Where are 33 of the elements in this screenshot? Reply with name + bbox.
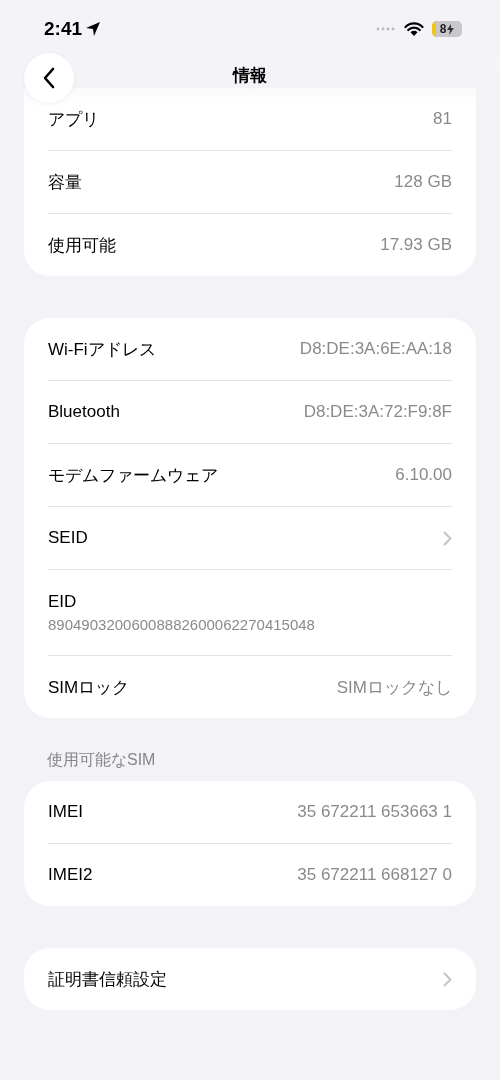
row-value: D8:DE:3A:6E:AA:18 [299,339,452,359]
settings-row[interactable]: 証明書信頼設定 [48,948,452,1010]
row-label: モデムファームウェア [48,464,218,487]
row-label: SIMロック [48,676,130,699]
row-value: 35 672211 668127 0 [297,865,452,885]
signal-dots-icon [376,27,396,31]
status-time: 2:41 [44,18,83,40]
row-value: 89049032006008882600062270415048 [48,616,315,633]
nav-title: 情報 [233,64,267,87]
row-label: 容量 [48,171,82,194]
row-value: 128 GB [394,172,452,192]
row-value: 81 [433,109,452,129]
row-label: IMEI2 [48,865,93,885]
row-value: 35 672211 653663 1 [297,802,452,822]
section-header: 使用可能なSIM [47,750,157,770]
row-label: 使用可能 [48,234,116,257]
row-label: Bluetooth [48,402,120,422]
row-label: アプリ [48,108,99,131]
row-label: IMEI [48,802,83,822]
row-label: EID [48,592,77,612]
location-arrow-icon [85,21,102,37]
row-value: D8:DE:3A:72:F9:8F [303,402,452,422]
chevron-icon [443,971,452,987]
chevron-icon [443,530,452,546]
back-button[interactable] [24,53,74,103]
row-value: 17.93 GB [380,235,452,255]
row-value: 6.10.00 [395,465,452,485]
battery-indicator: 8 [432,21,462,37]
row-value: SIMロックなし [336,676,452,699]
chevron-left-icon [42,67,56,89]
wifi-icon [404,21,424,37]
row-label: Wi-Fiアドレス [48,338,156,361]
settings-row[interactable]: SEID [48,507,452,570]
